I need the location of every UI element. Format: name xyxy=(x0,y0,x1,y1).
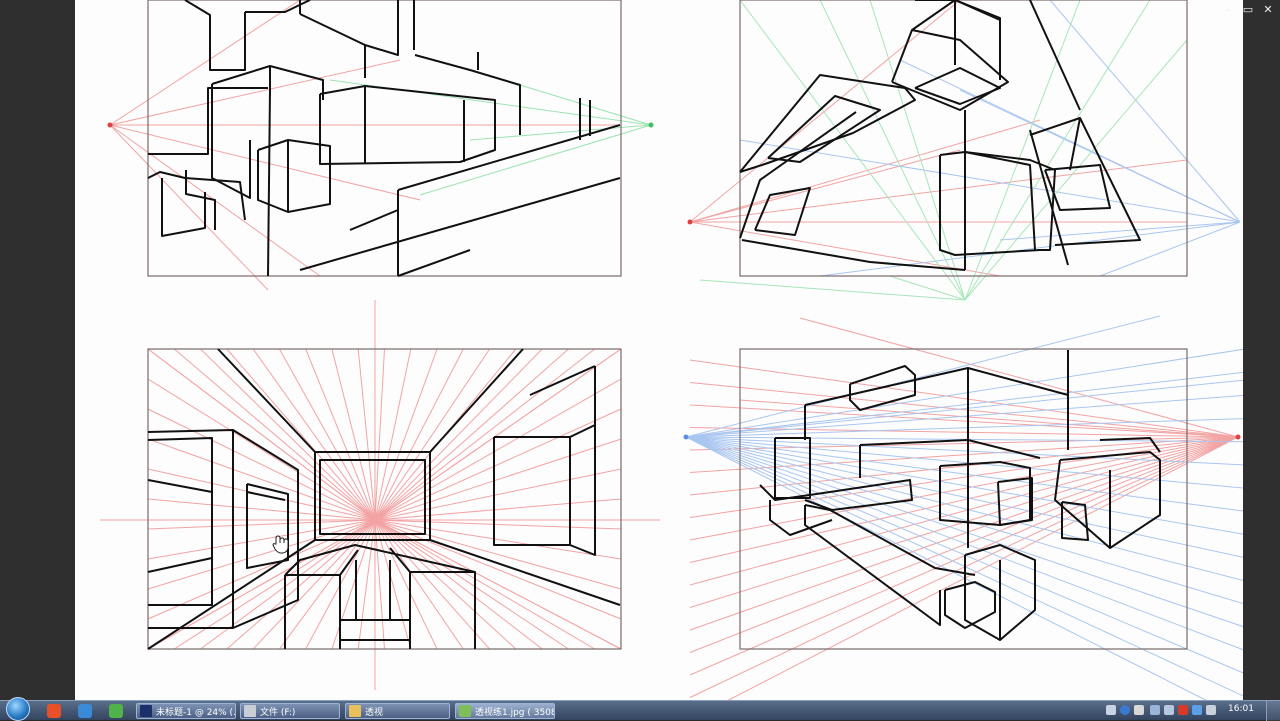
guide-line xyxy=(699,279,966,301)
browser-quicklaunch-icon[interactable] xyxy=(47,704,61,718)
image-viewer-icon xyxy=(459,705,471,717)
taskbar-button-label: 文件 (F:) xyxy=(260,707,296,718)
guide-line xyxy=(419,124,652,196)
guide-line xyxy=(374,348,385,521)
drive-icon xyxy=(244,705,256,717)
tray-app-icon[interactable] xyxy=(1134,705,1144,715)
taskbar: 未标题-1 @ 24% (… 文件 (F:) 透视 透视练1.jpg ( 350… xyxy=(0,697,1280,721)
help-icon[interactable] xyxy=(1120,705,1130,715)
show-desktop-button[interactable] xyxy=(1266,701,1280,721)
guide-line xyxy=(689,436,1239,473)
panel-bottom-left xyxy=(100,300,660,690)
guide-line xyxy=(173,348,376,521)
guide-line xyxy=(374,519,622,530)
guide-line xyxy=(374,348,596,521)
guide-line xyxy=(739,0,966,301)
guide-line xyxy=(1049,0,1241,223)
panel-top-right xyxy=(687,0,1241,301)
guide-line xyxy=(374,348,438,521)
window-controls: – ▭ ✕ xyxy=(1175,0,1280,18)
clock[interactable]: 16:01 xyxy=(1228,704,1254,714)
guide-line xyxy=(109,0,301,126)
system-tray: 16:01 xyxy=(1080,701,1280,721)
desktop-background-right xyxy=(1243,0,1280,700)
guide-line xyxy=(374,348,543,521)
shield-icon[interactable] xyxy=(1192,705,1202,715)
guide-line xyxy=(689,436,1239,653)
taskbar-button-photoshop[interactable]: 未标题-1 @ 24% (… xyxy=(136,703,236,719)
taskbar-button-label: 透视练1.jpg ( 3508… xyxy=(475,707,554,718)
chat-quicklaunch-icon[interactable] xyxy=(109,704,123,718)
taskbar-button-label: 透视 xyxy=(365,707,384,718)
guide-line xyxy=(689,149,961,223)
guide-line xyxy=(964,0,1151,301)
photoshop-icon xyxy=(140,705,152,717)
guide-line xyxy=(147,378,376,521)
guide-line xyxy=(374,348,569,521)
guide-line xyxy=(1099,221,1241,277)
guide-line xyxy=(469,124,652,141)
guide-line xyxy=(519,84,652,126)
guide-line xyxy=(739,399,1239,438)
guide-line xyxy=(374,519,622,590)
panel-top-left xyxy=(107,0,654,291)
guide-line xyxy=(685,371,1243,438)
guide-line xyxy=(147,408,376,521)
keyboard-icon[interactable] xyxy=(1106,705,1116,715)
network-icon[interactable] xyxy=(1150,705,1160,715)
close-icon[interactable]: ✕ xyxy=(1260,1,1276,17)
speaker-icon[interactable] xyxy=(1206,705,1216,715)
guide-line xyxy=(685,379,1243,438)
volume-icon[interactable] xyxy=(1164,705,1174,715)
folder-icon xyxy=(349,705,361,717)
guide-line xyxy=(889,275,966,301)
security-icon[interactable] xyxy=(1178,705,1188,715)
minimize-icon[interactable]: – xyxy=(1220,1,1236,17)
guide-line xyxy=(689,359,1239,438)
taskbar-button-folder[interactable]: 透视 xyxy=(345,703,450,719)
taskbar-button-label: 未标题-1 @ 24% (… xyxy=(156,707,236,718)
guide-line xyxy=(374,348,412,521)
guide-line xyxy=(147,498,376,521)
image-viewer-canvas[interactable] xyxy=(75,0,1243,700)
desktop-background-left xyxy=(0,0,75,700)
taskbar-button-drive[interactable]: 文件 (F:) xyxy=(240,703,340,719)
panel-bottom-right xyxy=(683,315,1243,700)
guide-line xyxy=(689,221,1001,277)
guide-line xyxy=(964,0,1081,301)
guide-line xyxy=(689,159,1188,223)
taskbar-button-image-viewer[interactable]: 透视练1.jpg ( 3508… xyxy=(455,703,555,719)
guide-line xyxy=(147,519,376,530)
guide-line xyxy=(374,498,622,521)
guide-line xyxy=(819,0,966,301)
guide-line xyxy=(869,0,966,301)
guide-line xyxy=(331,348,376,521)
restore-icon[interactable]: ▭ xyxy=(1240,1,1256,17)
guide-line xyxy=(689,0,961,223)
start-button[interactable] xyxy=(6,697,30,721)
guide-line xyxy=(819,221,1241,277)
guide-line xyxy=(226,348,376,521)
guide-line xyxy=(964,39,1188,301)
app-quicklaunch-icon[interactable] xyxy=(78,704,92,718)
